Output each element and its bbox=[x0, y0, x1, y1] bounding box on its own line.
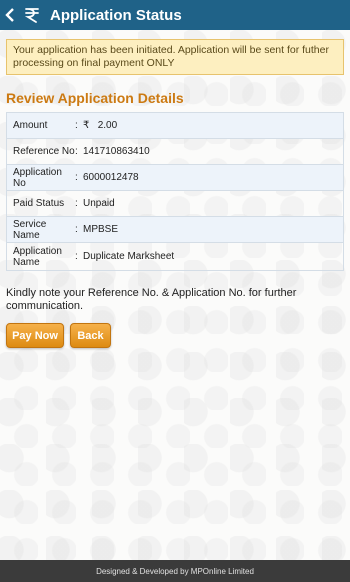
detail-label: Amount bbox=[13, 120, 48, 131]
details-row-amount: Amount : ₹ 2.00 bbox=[7, 113, 343, 139]
detail-separator: : bbox=[75, 251, 78, 262]
details-row-application-no: Application No : 6000012478 bbox=[7, 165, 343, 191]
detail-value: MPBSE bbox=[83, 224, 119, 235]
amount-value: 2.00 bbox=[97, 120, 118, 131]
detail-separator: : bbox=[75, 146, 78, 157]
detail-label: Reference No bbox=[13, 146, 75, 157]
app-bar: Application Status bbox=[0, 0, 350, 30]
back-button[interactable]: Back bbox=[70, 323, 111, 348]
detail-label: Paid Status bbox=[13, 198, 65, 209]
detail-value: 6000012478 bbox=[83, 172, 139, 183]
detail-value: ₹ 2.00 bbox=[82, 120, 343, 131]
detail-value: Unpaid bbox=[83, 198, 115, 209]
detail-separator: : bbox=[75, 224, 78, 235]
details-row-paid-status: Paid Status : Unpaid bbox=[7, 191, 343, 217]
detail-label: Application No bbox=[13, 166, 62, 189]
detail-label: Application Name bbox=[13, 245, 62, 268]
footer-credit: Designed & Developed by MPOnline Limited bbox=[0, 560, 350, 582]
pay-now-button[interactable]: Pay Now bbox=[6, 323, 64, 348]
status-notice: Your application has been initiated. App… bbox=[6, 39, 344, 75]
detail-value: Duplicate Marksheet bbox=[83, 251, 175, 262]
rupee-logo-icon bbox=[20, 0, 44, 30]
rupee-symbol: ₹ bbox=[83, 120, 90, 131]
page-title: Application Status bbox=[50, 6, 182, 24]
detail-label: Service Name bbox=[13, 218, 47, 241]
details-table: Amount : ₹ 2.00 Reference No : 141710863… bbox=[6, 112, 344, 271]
detail-separator: : bbox=[75, 120, 78, 131]
section-title: Review Application Details bbox=[6, 90, 184, 106]
detail-separator: : bbox=[75, 172, 78, 183]
details-row-application-name: Application Name : Duplicate Marksheet bbox=[7, 243, 343, 270]
detail-separator: : bbox=[75, 198, 78, 209]
details-row-reference: Reference No : 141710863410 bbox=[7, 139, 343, 165]
reference-note: Kindly note your Reference No. & Applica… bbox=[6, 287, 297, 312]
details-row-service-name: Service Name : MPBSE bbox=[7, 217, 343, 243]
detail-value: 141710863410 bbox=[83, 146, 150, 157]
chevron-left-icon[interactable] bbox=[0, 0, 20, 30]
